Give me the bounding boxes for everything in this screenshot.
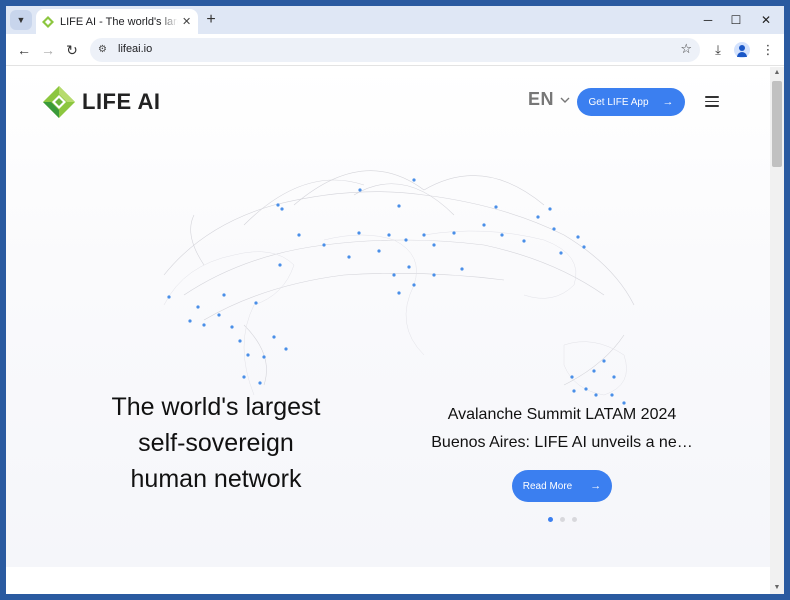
new-tab-icon[interactable]: + xyxy=(202,11,220,29)
scroll-thumb[interactable] xyxy=(772,81,782,167)
arrow-right-icon: → xyxy=(590,480,602,492)
tab-search-icon[interactable]: ▼ xyxy=(10,10,32,30)
carousel-dots xyxy=(548,517,584,522)
hero-headline: The world's largest self-sovereign human… xyxy=(96,389,336,497)
headline-line: human network xyxy=(130,465,302,493)
get-app-button[interactable]: Get LIFE App → xyxy=(577,88,685,116)
logo-text: LIFE AI xyxy=(82,89,161,114)
logo-diamond-icon xyxy=(43,86,75,118)
minimize-icon[interactable]: ─ xyxy=(694,10,722,30)
address-bar[interactable]: ⚙ lifeai.io ☆ xyxy=(90,38,700,62)
chevron-down-icon xyxy=(560,97,570,103)
get-app-label: Get LIFE App xyxy=(588,96,649,108)
site-logo[interactable]: LIFE AI xyxy=(42,85,160,119)
tab-title: LIFE AI - The world's largest self-sover… xyxy=(60,15,178,28)
profile-avatar-icon[interactable] xyxy=(734,42,750,58)
world-network-map xyxy=(163,170,635,405)
scroll-down-icon[interactable]: ▼ xyxy=(770,582,784,594)
bookmark-star-icon[interactable]: ☆ xyxy=(680,41,692,57)
maximize-icon[interactable]: ☐ xyxy=(722,10,750,30)
arrow-right-icon: → xyxy=(662,96,674,108)
page-scrollbar[interactable]: ▲ ▼ xyxy=(770,67,784,594)
carousel-dot[interactable] xyxy=(560,517,565,522)
web-page: LIFE AI EN Get LIFE App → The world's la… xyxy=(6,67,784,594)
slide-title: Avalanche Summit LATAM 2024 Buenos Aires… xyxy=(428,401,696,457)
slide-title-line: Buenos Aires: LIFE AI unveils a ne… xyxy=(431,434,693,451)
tab-close-icon[interactable]: ✕ xyxy=(182,15,191,28)
browser-toolbar: ← → ↻ ⚙ lifeai.io ☆ ⤓ ⋮ xyxy=(6,34,784,66)
headline-line: self-sovereign xyxy=(138,429,294,457)
download-icon[interactable]: ⤓ xyxy=(708,40,728,60)
favicon-icon xyxy=(42,15,54,28)
more-menu-icon[interactable]: ⋮ xyxy=(758,40,778,60)
url-text: lifeai.io xyxy=(118,43,153,55)
back-icon[interactable]: ← xyxy=(14,40,34,60)
headline-line: The world's largest xyxy=(111,393,321,421)
reload-icon[interactable]: ↻ xyxy=(62,40,82,60)
language-selector[interactable]: EN xyxy=(528,89,570,110)
read-more-button[interactable]: Read More → xyxy=(512,470,612,502)
forward-icon[interactable]: → xyxy=(38,40,58,60)
scroll-up-icon[interactable]: ▲ xyxy=(770,67,784,79)
carousel-dot[interactable] xyxy=(572,517,577,522)
hero-section: LIFE AI EN Get LIFE App → The world's la… xyxy=(6,67,770,567)
browser-tab[interactable]: LIFE AI - The world's largest self-sover… xyxy=(36,9,198,34)
language-label: EN xyxy=(528,89,555,109)
hamburger-menu-icon[interactable] xyxy=(705,96,719,108)
browser-window: ▼ LIFE AI - The world's largest self-sov… xyxy=(6,6,784,594)
carousel-dot[interactable] xyxy=(548,517,553,522)
close-window-icon[interactable]: ✕ xyxy=(752,10,780,30)
read-more-label: Read More xyxy=(522,480,573,492)
tab-strip: ▼ LIFE AI - The world's largest self-sov… xyxy=(6,6,784,34)
site-info-icon[interactable]: ⚙ xyxy=(98,43,112,57)
slide-title-line: Avalanche Summit LATAM 2024 xyxy=(447,406,677,423)
